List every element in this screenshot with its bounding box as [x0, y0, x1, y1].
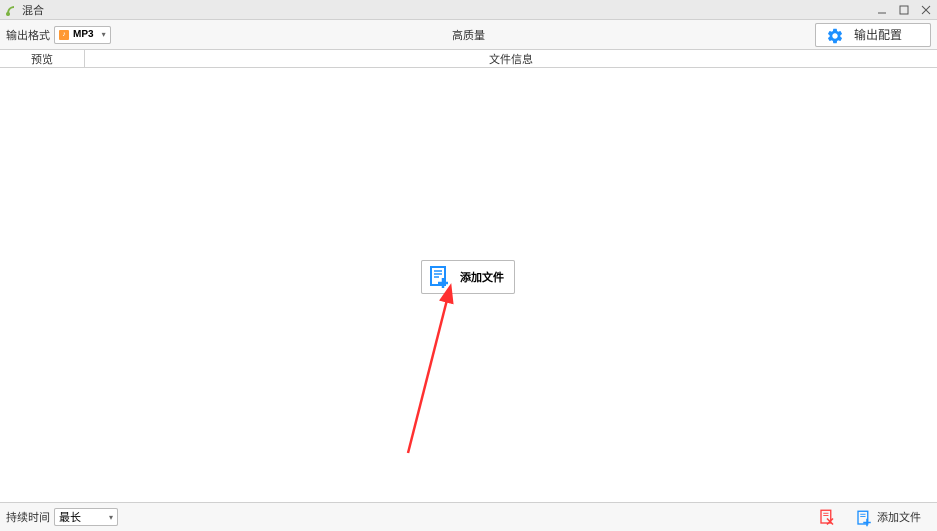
format-type-icon: ♪	[59, 30, 69, 40]
duration-value: 最长	[59, 509, 81, 525]
main-content: 添加文件	[0, 68, 937, 503]
bottom-bar: 持续时间 最长 ▾	[0, 503, 937, 531]
title-bar: 混合	[0, 0, 937, 20]
window-title: 混合	[22, 2, 44, 18]
toolbar-left: 输出格式 ♪ MP3 ▾	[6, 26, 111, 44]
output-format-label: 输出格式	[6, 27, 50, 43]
add-file-label: 添加文件	[460, 269, 504, 285]
window-controls	[875, 3, 933, 17]
remove-file-button[interactable]	[817, 507, 837, 527]
bottom-right: 添加文件	[817, 507, 931, 527]
column-fileinfo[interactable]: 文件信息	[85, 50, 937, 67]
column-headers: 预览 文件信息	[0, 50, 937, 68]
format-value: MP3	[73, 29, 94, 40]
column-preview[interactable]: 预览	[0, 50, 85, 67]
quality-label[interactable]: 高质量	[452, 27, 485, 43]
minimize-button[interactable]	[875, 3, 889, 17]
output-config-button[interactable]: 输出配置	[815, 23, 931, 47]
duration-label: 持续时间	[6, 509, 50, 525]
annotation-arrow	[398, 278, 468, 458]
duration-select[interactable]: 最长 ▾	[54, 508, 118, 526]
gear-icon	[826, 27, 842, 43]
toolbar-right: 输出配置	[815, 23, 931, 47]
output-config-label: 输出配置	[854, 26, 902, 43]
bottom-left: 持续时间 最长 ▾	[6, 508, 118, 526]
add-file-icon	[855, 509, 871, 525]
maximize-button[interactable]	[897, 3, 911, 17]
add-file-icon	[428, 265, 452, 289]
close-button[interactable]	[919, 3, 933, 17]
title-left: 混合	[4, 2, 44, 18]
chevron-down-icon: ▾	[109, 513, 113, 522]
app-icon	[4, 3, 18, 17]
output-format-select[interactable]: ♪ MP3 ▾	[54, 26, 111, 44]
add-file-bottom-button[interactable]: 添加文件	[845, 507, 931, 527]
toolbar: 输出格式 ♪ MP3 ▾ 高质量 输出配置	[0, 20, 937, 50]
chevron-down-icon: ▾	[102, 30, 106, 39]
add-file-bottom-label: 添加文件	[877, 509, 921, 525]
add-file-center-button[interactable]: 添加文件	[421, 260, 515, 294]
